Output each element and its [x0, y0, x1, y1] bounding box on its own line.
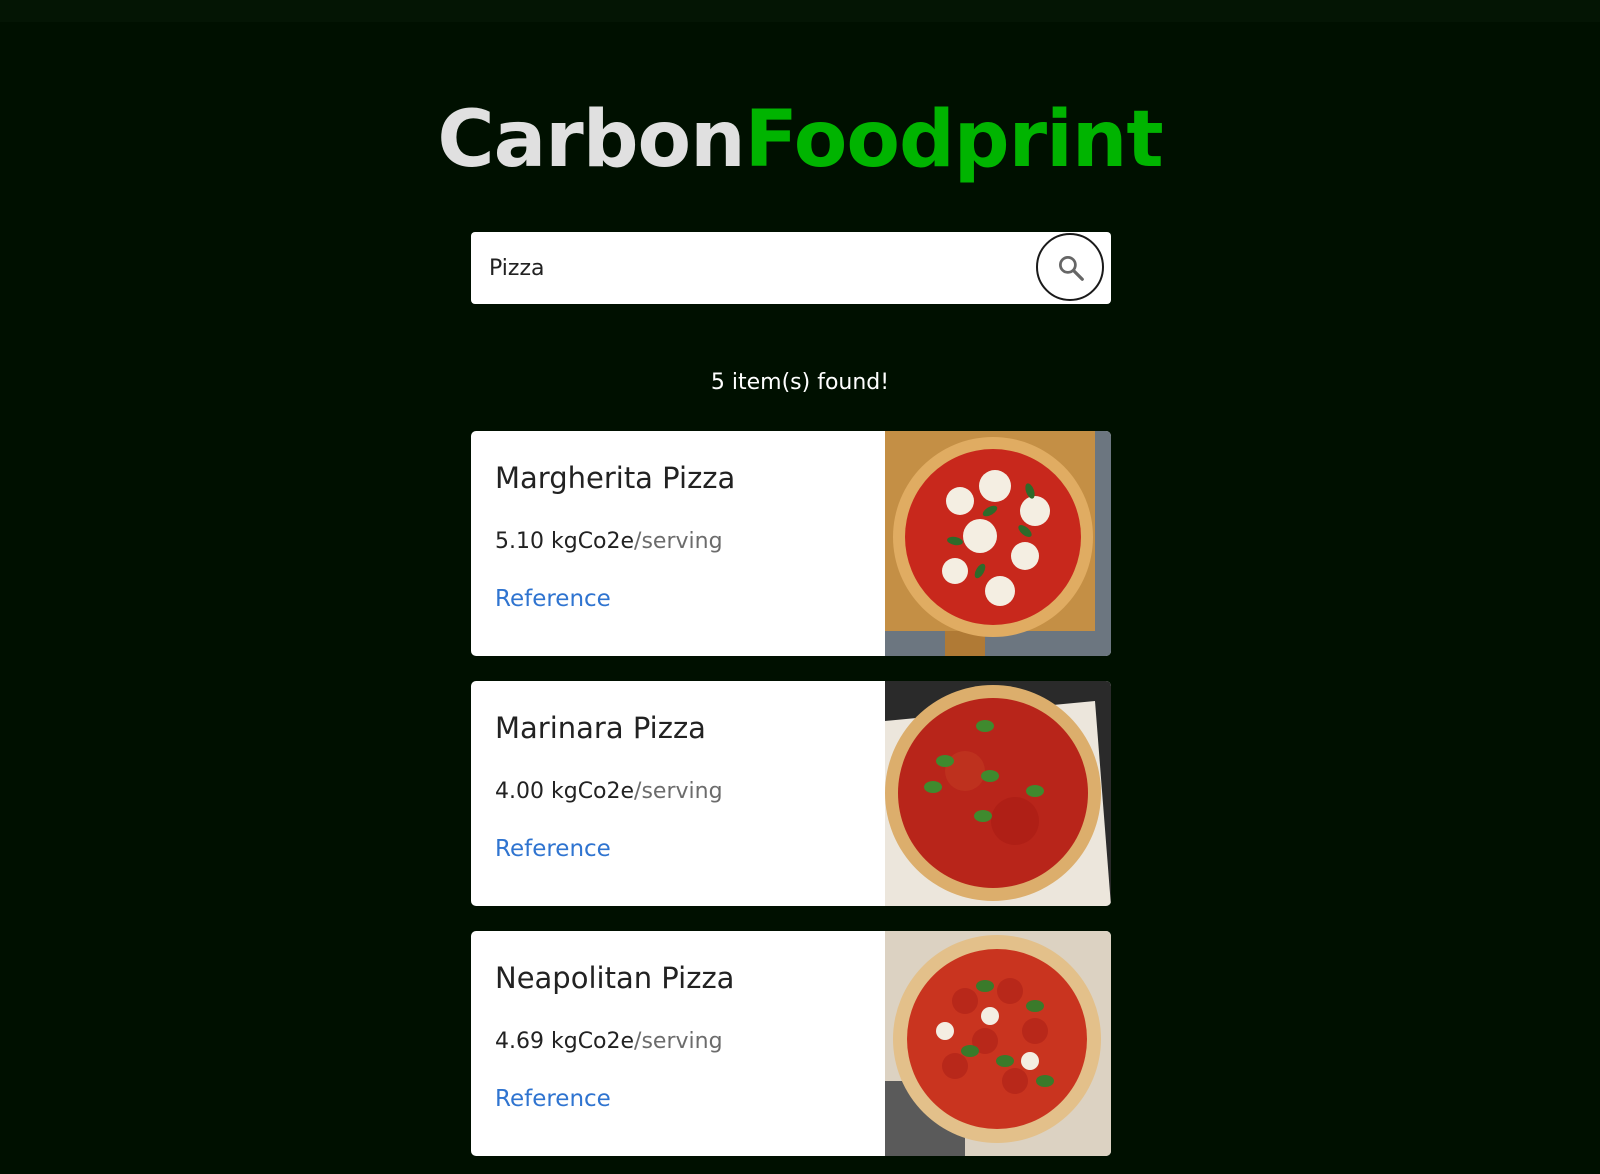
- emission-number: 5.10: [495, 529, 544, 554]
- emission-value: 4.00 kgCo2e/serving: [495, 779, 723, 804]
- reference-link[interactable]: Reference: [495, 586, 611, 612]
- emission-value: 4.69 kgCo2e/serving: [495, 1029, 723, 1054]
- reference-link[interactable]: Reference: [495, 1086, 611, 1112]
- search-input[interactable]: [489, 246, 1009, 290]
- search-button[interactable]: [1036, 233, 1104, 301]
- food-name: Neapolitan Pizza: [495, 961, 735, 995]
- emission-per: /serving: [634, 779, 723, 804]
- marinara-pizza-photo: [885, 681, 1111, 906]
- food-card: Margherita Pizza 5.10 kgCo2e/serving Ref…: [471, 431, 1111, 656]
- neapolitan-pizza-photo: [885, 931, 1111, 1156]
- app-title-carbon: Carbon: [437, 95, 745, 185]
- reference-link[interactable]: Reference: [495, 836, 611, 862]
- search-icon: [1059, 256, 1084, 281]
- emission-per: /serving: [634, 529, 723, 554]
- emission-number: 4.00: [495, 779, 544, 804]
- emission-per: /serving: [634, 1029, 723, 1054]
- margherita-pizza-photo: [885, 431, 1111, 656]
- app-title-foodprint: Foodprint: [744, 95, 1164, 185]
- emission-unit: kgCo2e: [550, 779, 635, 804]
- search-bar: [471, 232, 1111, 304]
- emission-value: 5.10 kgCo2e/serving: [495, 529, 723, 554]
- emission-unit: kgCo2e: [550, 529, 635, 554]
- food-card: Neapolitan Pizza 4.69 kgCo2e/serving Ref…: [471, 931, 1111, 1156]
- results-count: 5 item(s) found!: [710, 370, 890, 395]
- emission-unit: kgCo2e: [550, 1029, 635, 1054]
- food-name: Marinara Pizza: [495, 711, 706, 745]
- app-title: CarbonFoodprint: [0, 92, 1600, 188]
- top-strip: [0, 0, 1600, 22]
- emission-number: 4.69: [495, 1029, 544, 1054]
- food-card: Marinara Pizza 4.00 kgCo2e/serving Refer…: [471, 681, 1111, 906]
- food-name: Margherita Pizza: [495, 461, 736, 495]
